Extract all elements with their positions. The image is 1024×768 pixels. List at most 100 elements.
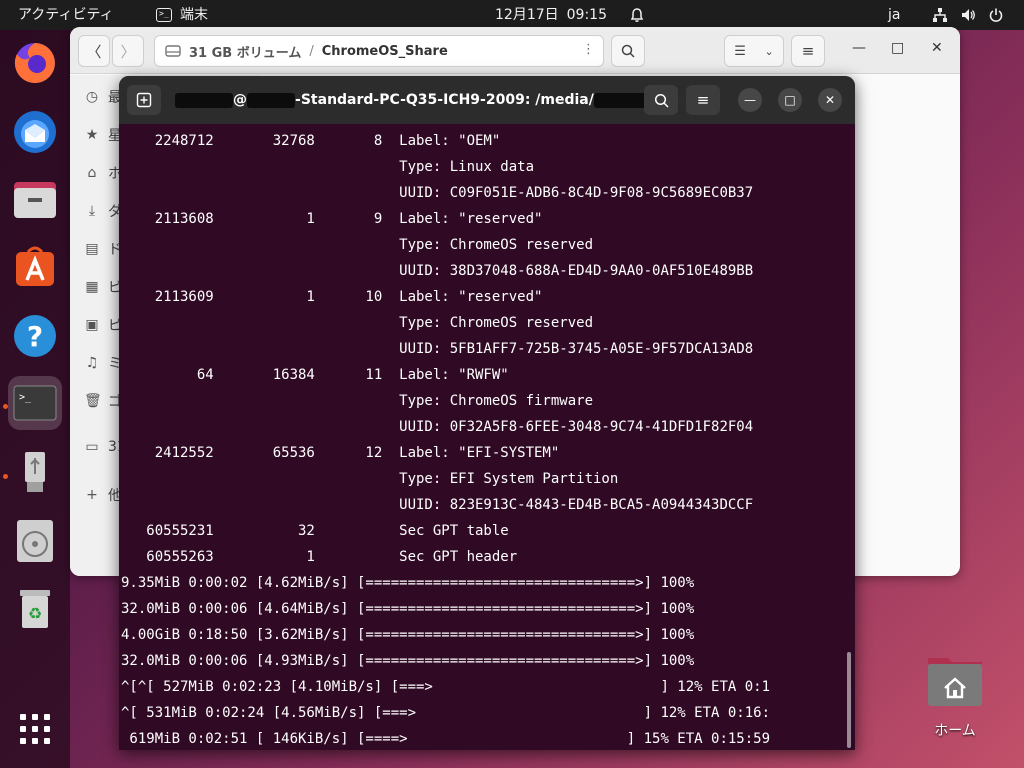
terminal-line: UUID: 0F32A5F8-6FEE-3048-9C74-41DFD1F82F… <box>121 419 754 435</box>
dock: ? >_ ♻ <box>0 30 70 768</box>
sidebar-item-music[interactable]: ♫ ミ <box>84 353 122 373</box>
input-method-indicator[interactable]: ja <box>888 0 900 30</box>
system-menu[interactable] <box>932 0 1004 30</box>
maximize-button[interactable]: □ <box>778 88 802 112</box>
sidebar-item-other-locations[interactable]: + 他 <box>84 485 122 505</box>
terminal-line: 60555231 32 Sec GPT table <box>121 523 509 539</box>
desktop-home-icon[interactable] <box>924 652 986 722</box>
search-button[interactable] <box>611 35 645 67</box>
activities-button[interactable]: アクティビティ <box>18 0 114 30</box>
terminal-line: 64 16384 11 Label: "RWFW" <box>121 367 509 383</box>
star-icon: ★ <box>85 127 99 143</box>
terminal-title: @-Standard-PC-Q35-ICH9-2009: /media//... <box>171 76 681 124</box>
redacted-hostname <box>247 92 296 108</box>
terminal-line: 60555263 1 Sec GPT header <box>121 549 518 565</box>
search-icon <box>621 44 635 58</box>
app-grid-icon[interactable] <box>8 702 62 756</box>
time-text: 09:15 <box>566 7 607 23</box>
close-icon[interactable]: ✕ <box>931 40 943 56</box>
terminal-scrollbar[interactable] <box>847 652 851 748</box>
app-name: 端末 <box>180 7 208 23</box>
terminal-line: Type: ChromeOS firmware <box>121 393 594 409</box>
path-current[interactable]: ChromeOS_Share <box>322 44 448 59</box>
running-indicator <box>3 404 8 409</box>
trash-icon[interactable]: ♻ <box>8 582 62 636</box>
document-icon: ▤ <box>85 241 99 257</box>
svg-text:?: ? <box>27 320 43 353</box>
terminal-line: Type: ChromeOS reserved <box>121 237 594 253</box>
terminal-line: UUID: C09F051E-ADB6-8C4D-9F08-9C5689EC0B… <box>121 185 754 201</box>
running-indicator <box>3 474 8 479</box>
bell-icon <box>630 8 644 22</box>
view-toggle-button[interactable]: ☰ ⌄ <box>724 35 784 67</box>
minimize-icon[interactable]: — <box>852 40 866 56</box>
disc-icon[interactable] <box>8 514 62 568</box>
thunderbird-icon[interactable] <box>8 104 62 158</box>
minimize-button[interactable]: — <box>738 88 762 112</box>
trash-icon: 🗑 <box>84 393 102 409</box>
new-tab-icon <box>136 92 152 108</box>
files-icon[interactable] <box>8 172 62 226</box>
sidebar-item-videos[interactable]: ▦ ビ <box>84 277 122 297</box>
sidebar-item-documents[interactable]: ▤ ド <box>84 239 122 259</box>
chevron-left-icon: 〈 <box>86 42 102 61</box>
minimize-icon: — <box>744 93 756 107</box>
list-view-icon: ☰ <box>734 43 746 59</box>
terminal-app-icon: >_ <box>156 8 172 22</box>
usb-drive-icon[interactable] <box>8 444 62 498</box>
terminal-icon[interactable]: >_ <box>8 376 62 430</box>
top-bar: アクティビティ >_ 端末 12月17日 09:15 ja <box>0 0 1024 30</box>
terminal-window[interactable]: @-Standard-PC-Q35-ICH9-2009: /media//...… <box>119 76 855 750</box>
more-vertical-icon[interactable]: ⋮ <box>582 42 595 57</box>
volume-icon <box>962 9 975 21</box>
terminal-line: 2113608 1 9 Label: "reserved" <box>121 211 543 227</box>
forward-button[interactable]: 〉 <box>112 35 144 67</box>
date-text: 12月17日 <box>495 7 559 23</box>
sidebar-item-recent[interactable]: ◷ 最 <box>84 87 122 107</box>
terminal-line: 2412552 65536 12 Label: "EFI-SYSTEM" <box>121 445 560 461</box>
close-icon: ✕ <box>824 93 836 107</box>
path-separator: / <box>309 43 314 59</box>
terminal-line: 9.35MiB 0:00:02 [4.62MiB/s] [===========… <box>121 575 695 591</box>
chevron-right-icon: 〉 <box>120 42 136 61</box>
terminal-line: 32.0MiB 0:00:06 [4.64MiB/s] [===========… <box>121 601 695 617</box>
clock-button[interactable]: 12月17日 09:15 <box>495 0 645 30</box>
hamburger-icon: ≡ <box>696 91 710 109</box>
path-bar[interactable]: 31 GB ボリューム / ChromeOS_Share ⋮ <box>154 35 604 67</box>
terminal-line: Type: EFI System Partition <box>121 471 619 487</box>
app-center-icon[interactable] <box>8 240 62 294</box>
sidebar-item-pictures[interactable]: ▣ ピ <box>84 315 122 335</box>
download-icon: ⤓ <box>88 203 96 219</box>
maximize-icon[interactable]: □ <box>891 40 904 56</box>
drive-icon: ▭ <box>85 439 99 455</box>
search-button[interactable] <box>644 85 678 115</box>
terminal-line: Type: ChromeOS reserved <box>121 315 594 331</box>
main-menu-button[interactable]: ≡ <box>791 35 825 67</box>
terminal-menu-button[interactable]: ≡ <box>686 85 720 115</box>
power-icon <box>989 8 1003 22</box>
new-tab-button[interactable] <box>127 85 161 115</box>
firefox-icon[interactable] <box>8 36 62 90</box>
sidebar-item-starred[interactable]: ★ 星 <box>84 125 122 145</box>
terminal-output[interactable]: 2248712 32768 8 Label: "OEM" Type: Linux… <box>119 128 847 750</box>
sidebar-item-home[interactable]: ⌂ ホ <box>84 163 122 183</box>
network-icon <box>933 8 947 22</box>
path-volume[interactable]: 31 GB ボリューム <box>189 42 301 61</box>
terminal-line: ^[^[ 527MiB 0:02:23 [4.10MiB/s] [===> ] … <box>121 679 771 695</box>
terminal-line: 32.0MiB 0:00:06 [4.93MiB/s] [===========… <box>121 653 695 669</box>
terminal-line: UUID: 5FB1AFF7-725B-3745-A05E-9F57DCA13A… <box>121 341 754 357</box>
terminal-line: 4.00GiB 0:18:50 [3.62MiB/s] [===========… <box>121 627 695 643</box>
desktop-home-label: ホーム <box>934 723 976 739</box>
sidebar-item-trash[interactable]: 🗑 ゴ <box>84 391 122 411</box>
drive-icon <box>165 45 181 57</box>
app-menu[interactable]: >_ 端末 <box>156 0 208 30</box>
terminal-line: UUID: 38D37048-688A-ED4D-9AA0-0AF510E489… <box>121 263 754 279</box>
hamburger-icon: ≡ <box>801 42 815 60</box>
search-icon <box>654 93 669 108</box>
help-icon[interactable]: ? <box>8 308 62 362</box>
terminal-line: 2113609 1 10 Label: "reserved" <box>121 289 543 305</box>
close-button[interactable]: ✕ <box>818 88 842 112</box>
terminal-line: ^[ 531MiB 0:02:24 [4.56MiB/s] [===> ] 12… <box>121 705 771 721</box>
sidebar-item-downloads[interactable]: ⤓ ダ <box>84 201 122 221</box>
back-button[interactable]: 〈 <box>78 35 110 67</box>
